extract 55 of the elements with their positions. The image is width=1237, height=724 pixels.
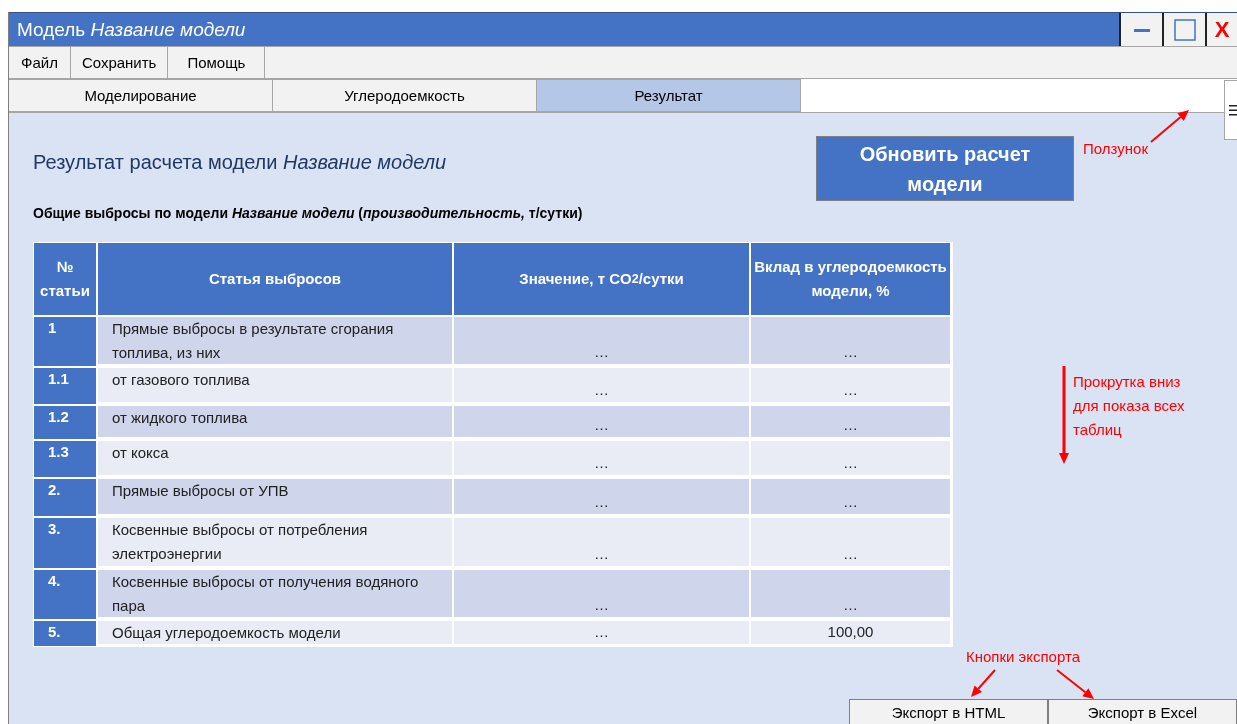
row-number: 4.	[34, 570, 98, 619]
window-title: Модель Название модели	[16, 18, 247, 41]
table-cell: …	[454, 518, 751, 566]
table-cell: …	[751, 479, 952, 514]
column-header: № статьи	[34, 243, 98, 315]
tab[interactable]: Моделирование	[9, 79, 273, 112]
table-cell: …	[751, 406, 952, 437]
table-cell: …	[751, 368, 952, 402]
maximize-icon	[1173, 18, 1196, 41]
table-cell: Косвенные выбросы от получения водяного пара	[98, 570, 454, 617]
minimize-icon	[1133, 27, 1150, 32]
update-button[interactable]: Обновить расчет модели	[816, 136, 1074, 201]
table-cell: от кокса	[98, 441, 454, 475]
table-caption: Общие выбросы по модели Название модели (производительность, т/сутки)	[33, 205, 584, 221]
table-cell: …	[454, 441, 751, 475]
export-button[interactable]: Экспорт в HTML	[849, 699, 1048, 724]
annotation-note: Прокрутка вниз для показа всех таблиц	[1073, 372, 1186, 440]
table-cell: …	[454, 368, 751, 402]
table-cell: …	[751, 317, 952, 364]
table-cell: …	[751, 518, 952, 566]
tab[interactable]: Результат	[537, 79, 801, 112]
maximize-button[interactable]	[1162, 13, 1205, 46]
table-cell: …	[751, 441, 952, 475]
column-header: Статья выбросов	[98, 243, 454, 315]
row-number: 3.	[34, 518, 98, 568]
table-cell: …	[454, 317, 751, 364]
table-cell: Косвенные выбросы от потребления электроэнергии	[98, 518, 454, 566]
row-number: 5.	[34, 621, 98, 646]
result-heading: Результат расчета модели Название модели	[33, 151, 447, 175]
table-cell: …	[454, 406, 751, 437]
table-cell: Прямые выбросы от УПВ	[98, 479, 454, 514]
table-cell: …	[454, 621, 751, 644]
table-cell: от газового топлива	[98, 368, 454, 402]
annotation-note: Кнопки экспорта	[966, 647, 1080, 667]
row-number: 1.1	[34, 368, 98, 404]
close-button[interactable]: X	[1205, 13, 1237, 46]
annotation-arrow	[1056, 669, 1094, 699]
annotation-arrow	[1150, 110, 1189, 143]
row-number: 1.2	[34, 406, 98, 439]
tab[interactable]: Углеродоемкость	[273, 79, 537, 112]
annotation-arrow	[971, 669, 996, 697]
table-cell: …	[751, 570, 952, 617]
menu-icon	[1229, 104, 1237, 116]
table-cell: от жидкого топлива	[98, 406, 454, 437]
row-number: 1.3	[34, 441, 98, 477]
annotation-note: Ползунок	[1083, 139, 1148, 159]
minimize-button[interactable]	[1119, 13, 1162, 46]
table-cell: …	[454, 570, 751, 617]
table-cell: Общая углеродоемкость модели	[98, 621, 454, 644]
row-number: 1	[34, 317, 98, 366]
table-cell: 100,00	[751, 621, 952, 644]
table-cell: …	[454, 479, 751, 514]
row-number: 2.	[34, 479, 98, 516]
column-header: Вклад в углеродоемкость модели, %	[751, 243, 952, 315]
export-button[interactable]: Экспорт в Excel	[1048, 699, 1237, 724]
